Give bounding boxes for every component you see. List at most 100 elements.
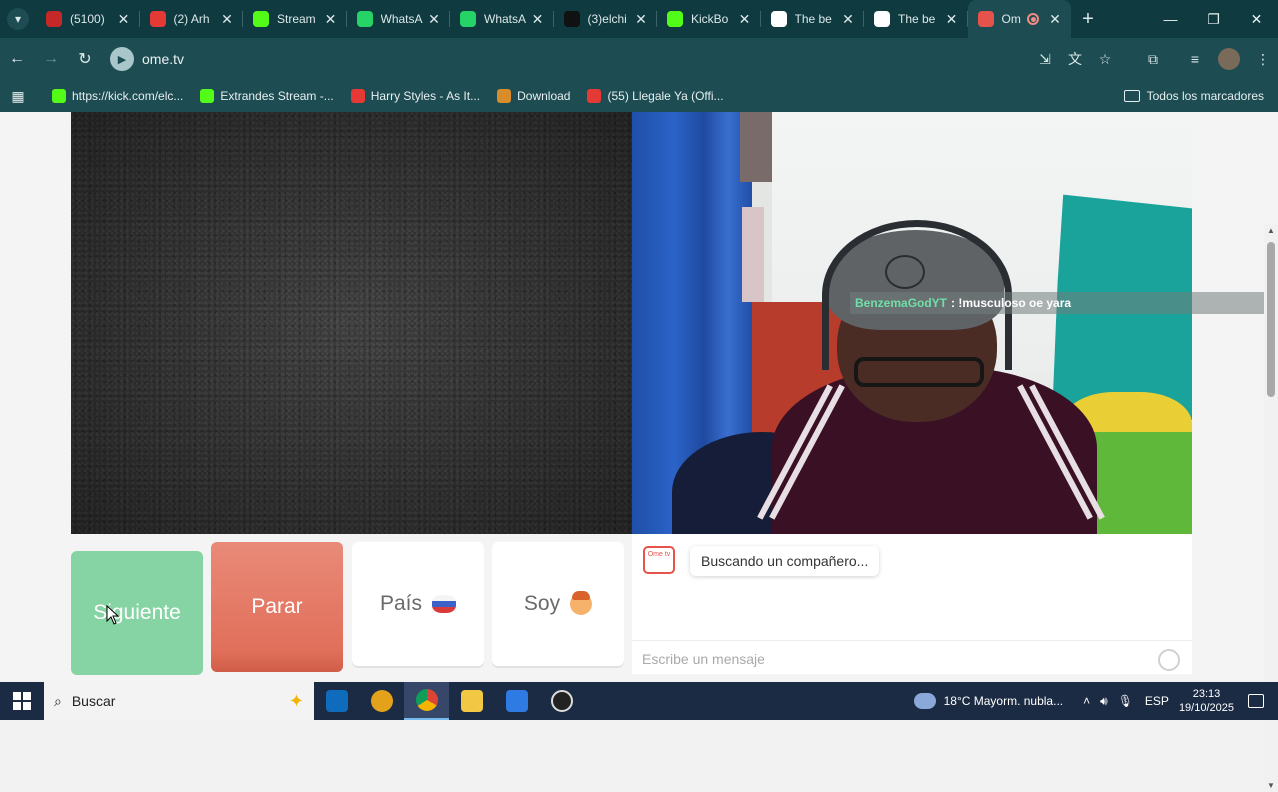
close-window-icon[interactable]: ✕: [1235, 0, 1278, 38]
language-indicator[interactable]: ESP: [1145, 694, 1169, 708]
whatsapp-icon: [356, 11, 373, 27]
tiktok-icon: [563, 11, 580, 27]
weather-text[interactable]: 18°C Mayorm. nubla...: [944, 694, 1064, 708]
taskbar-search[interactable]: ⌕ Buscar ✦: [44, 682, 314, 720]
close-tab-icon[interactable]: ✕: [321, 11, 341, 28]
restore-icon[interactable]: ❐: [1192, 0, 1235, 38]
stop-label: Parar: [251, 595, 303, 618]
diamond-icon: [770, 11, 787, 27]
tab-title: The be: [898, 12, 936, 26]
menu-icon[interactable]: ⋮: [1248, 44, 1278, 74]
site-info-icon[interactable]: ▶: [110, 47, 134, 71]
tab-search-button[interactable]: ▾: [0, 0, 36, 38]
overlay-text: : !musculoso oe yara: [951, 296, 1072, 310]
close-tab-icon[interactable]: ✕: [217, 11, 237, 28]
file-explorer-app[interactable]: [449, 682, 494, 720]
emoji-icon[interactable]: [1158, 649, 1180, 671]
stop-button[interactable]: Parar: [211, 542, 343, 672]
tab-title: WhatsA: [380, 12, 423, 26]
scrollbar-thumb[interactable]: [1267, 242, 1275, 397]
sparkle-icon: ✦: [288, 690, 304, 711]
bookmark-star-icon[interactable]: ☆: [1090, 44, 1120, 74]
video-poster: [740, 112, 772, 182]
profile-avatar[interactable]: [1218, 48, 1240, 70]
translate-icon[interactable]: 文: [1060, 44, 1090, 74]
browser-tab[interactable]: The be ✕: [761, 0, 865, 38]
all-bookmarks-button[interactable]: Todos los marcadores: [1123, 89, 1264, 103]
close-tab-icon[interactable]: ✕: [942, 11, 962, 28]
message-input[interactable]: Escribe un mensaje: [632, 640, 1192, 676]
youtube-icon: [587, 89, 602, 103]
media-control-icon[interactable]: ≡: [1180, 44, 1210, 74]
extensions-icon[interactable]: ⧉: [1138, 44, 1168, 74]
browser-tab[interactable]: (3)elchi ✕: [554, 0, 658, 38]
status-text: Buscando un compañero...: [701, 553, 869, 569]
store-app[interactable]: [494, 682, 539, 720]
bookmark-item[interactable]: Extrandes Stream -...: [200, 89, 334, 103]
tab-title: (3)elchi: [587, 12, 627, 26]
outlook-icon: [325, 690, 348, 712]
browser-tab[interactable]: WhatsA ✕: [347, 0, 451, 38]
bookmark-item[interactable]: Download: [497, 89, 570, 103]
whatsapp-icon: [460, 11, 476, 27]
windows-logo-icon: [13, 692, 31, 710]
close-tab-icon[interactable]: ✕: [631, 11, 651, 28]
search-icon: ⌕: [54, 692, 62, 709]
browser-tab[interactable]: (5100) ✕: [36, 0, 140, 38]
close-tab-icon[interactable]: ✕: [114, 11, 134, 28]
volume-icon[interactable]: 🔊︎: [1100, 694, 1108, 709]
clock[interactable]: 23:13 19/10/2025: [1179, 687, 1234, 715]
minimize-icon[interactable]: —: [1149, 0, 1192, 38]
install-app-icon[interactable]: ⇲: [1030, 44, 1060, 74]
close-tab-icon[interactable]: ✕: [735, 11, 755, 28]
bookmark-item[interactable]: Harry Styles - As It...: [350, 89, 480, 103]
gender-label: Soy: [523, 592, 561, 615]
bookmark-label: https://kick.com/elc...: [72, 89, 184, 103]
outlook-app[interactable]: [314, 682, 359, 720]
diamond-icon: [874, 11, 890, 27]
scroll-up-icon[interactable]: ▲: [1266, 226, 1276, 235]
folder-icon: [1123, 90, 1140, 102]
browser-tab[interactable]: The be ✕: [864, 0, 968, 38]
browser-toolbar: ← → ↻ ▶ ome.tv ⇲ 文 ☆ ⧉ ≡ ⋮: [0, 38, 1278, 80]
close-tab-icon[interactable]: ✕: [424, 11, 444, 28]
scroll-down-icon[interactable]: ▼: [1266, 781, 1276, 790]
browser-tab[interactable]: (2) Arh ✕: [140, 0, 244, 38]
back-icon[interactable]: ←: [0, 43, 34, 75]
reload-icon[interactable]: ↻: [68, 43, 102, 75]
bookmarks-bar: ▦ https://kick.com/elc... Extrandes Strea…: [0, 80, 1278, 112]
overlay-username: BenzemaGodYT: [855, 296, 948, 310]
show-hidden-icon[interactable]: ˄: [1083, 694, 1090, 708]
browser-tab[interactable]: Om ✕: [967, 0, 1071, 38]
chrome-app[interactable]: [404, 682, 449, 720]
country-button[interactable]: País: [352, 542, 484, 666]
browser-tab[interactable]: WhatsA ✕: [450, 0, 554, 38]
address-bar[interactable]: ▶ ome.tv: [110, 43, 1000, 75]
bookmark-item[interactable]: https://kick.com/elc...: [52, 89, 183, 103]
obs-app[interactable]: [539, 682, 584, 720]
new-tab-button[interactable]: +: [1071, 8, 1105, 31]
start-button[interactable]: [0, 682, 44, 720]
microphone-icon[interactable]: 🎙︎: [1118, 694, 1133, 708]
boy-face-icon: [570, 591, 593, 615]
bookmark-item[interactable]: (55) Llegale Ya (Offi...: [587, 89, 724, 103]
medal-app[interactable]: [359, 682, 404, 720]
clock-time: 23:13: [1192, 688, 1221, 700]
close-tab-icon[interactable]: ✕: [1045, 11, 1065, 28]
ometv-icon: [977, 11, 994, 27]
apps-grid-icon[interactable]: ▦: [0, 88, 36, 105]
chat-overlay-message: BenzemaGodYT : !musculoso oe yara: [850, 292, 1278, 314]
medal-icon: [370, 690, 393, 712]
tab-title: The be: [794, 12, 832, 26]
tab-title: KickBo: [691, 12, 729, 26]
forward-icon[interactable]: →: [34, 43, 68, 75]
gender-button[interactable]: Soy: [492, 542, 624, 666]
notifications-icon[interactable]: [1248, 694, 1264, 708]
tab-title: (2) Arh: [173, 12, 210, 26]
close-tab-icon[interactable]: ✕: [528, 11, 548, 28]
close-tab-icon[interactable]: ✕: [838, 11, 858, 28]
next-button[interactable]: Siguiente: [71, 551, 203, 675]
browser-tab[interactable]: Stream ✕: [243, 0, 347, 38]
kickbot-icon: [667, 11, 683, 27]
browser-tab[interactable]: KickBo ✕: [657, 0, 761, 38]
